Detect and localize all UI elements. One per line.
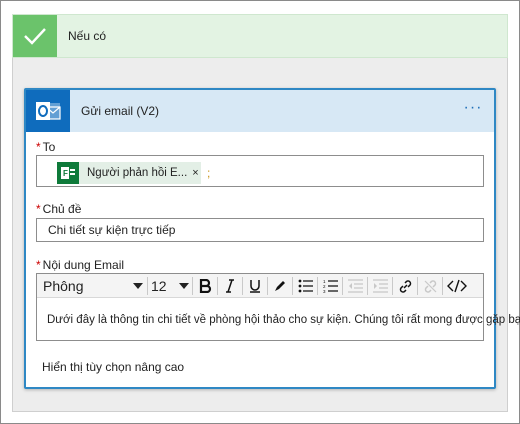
action-header[interactable]: Gửi email (V2) ··· — [26, 90, 494, 132]
outlook-icon — [26, 90, 70, 132]
toolbar-divider — [267, 277, 268, 295]
svg-text:3: 3 — [323, 289, 326, 293]
body-label-text: Nội dung Email — [42, 258, 125, 272]
more-options-button[interactable]: ··· — [460, 100, 486, 121]
font-family-select[interactable]: Phông — [43, 276, 143, 296]
subject-label: * Chủ đề — [36, 202, 81, 216]
subject-label-text: Chủ đề — [42, 202, 82, 216]
to-label-text: To — [42, 140, 56, 154]
font-size-select[interactable]: 12 — [151, 276, 189, 296]
condition-header[interactable]: Nếu có — [12, 14, 508, 58]
toolbar-divider — [292, 277, 293, 295]
toolbar-divider — [342, 277, 343, 295]
required-mark: * — [36, 258, 41, 272]
decrease-indent-icon[interactable] — [345, 276, 365, 296]
increase-indent-icon[interactable] — [370, 276, 390, 296]
toolbar-divider — [442, 277, 443, 295]
subject-input[interactable]: Chi tiết sự kiện trực tiếp — [36, 218, 484, 242]
checkmark-icon — [13, 15, 57, 57]
recipient-token[interactable]: F Người phản hồi E... × — [57, 162, 201, 184]
bold-icon[interactable] — [195, 276, 215, 296]
chevron-down-icon — [179, 283, 189, 289]
remove-token-icon[interactable]: × — [192, 167, 198, 179]
condition-title: Nếu có — [68, 29, 107, 43]
underline-icon[interactable] — [245, 276, 265, 296]
bulleted-list-icon[interactable] — [295, 276, 315, 296]
link-icon[interactable] — [395, 276, 415, 296]
to-input[interactable]: F Người phản hồi E... × ; — [36, 155, 484, 187]
required-mark: * — [36, 140, 41, 154]
recipient-separator: ; — [207, 166, 211, 180]
chevron-down-icon — [133, 283, 143, 289]
toolbar-divider — [217, 277, 218, 295]
toolbar-divider — [242, 277, 243, 295]
toolbar-divider — [392, 277, 393, 295]
token-label: Người phản hồi E... — [87, 167, 188, 179]
font-size-value: 12 — [151, 278, 167, 294]
numbered-list-icon[interactable]: 123 — [320, 276, 340, 296]
toolbar-divider — [192, 277, 193, 295]
formatting-toolbar: Phông 12 123 — [37, 274, 483, 298]
toolbar-divider — [417, 277, 418, 295]
unlink-icon[interactable] — [420, 276, 440, 296]
action-title: Gửi email (V2) — [81, 104, 160, 118]
email-body-editor: Phông 12 123 Dưới đây là thông tin chi t… — [36, 273, 520, 341]
font-family-value: Phông — [43, 278, 84, 294]
pen-icon[interactable] — [270, 276, 290, 296]
forms-icon: F — [57, 162, 79, 184]
to-label: * To — [36, 140, 55, 154]
toolbar-divider — [367, 277, 368, 295]
show-advanced-options-link[interactable]: Hiển thị tùy chọn nâng cao — [42, 360, 184, 374]
email-body-text[interactable]: Dưới đây là thông tin chi tiết về phòng … — [47, 314, 520, 326]
toolbar-divider — [147, 277, 148, 295]
toolbar-divider — [317, 277, 318, 295]
required-mark: * — [36, 202, 41, 216]
body-label: * Nội dung Email — [36, 258, 124, 272]
svg-text:F: F — [63, 169, 68, 178]
italic-icon[interactable] — [220, 276, 240, 296]
code-view-icon[interactable] — [445, 276, 469, 296]
